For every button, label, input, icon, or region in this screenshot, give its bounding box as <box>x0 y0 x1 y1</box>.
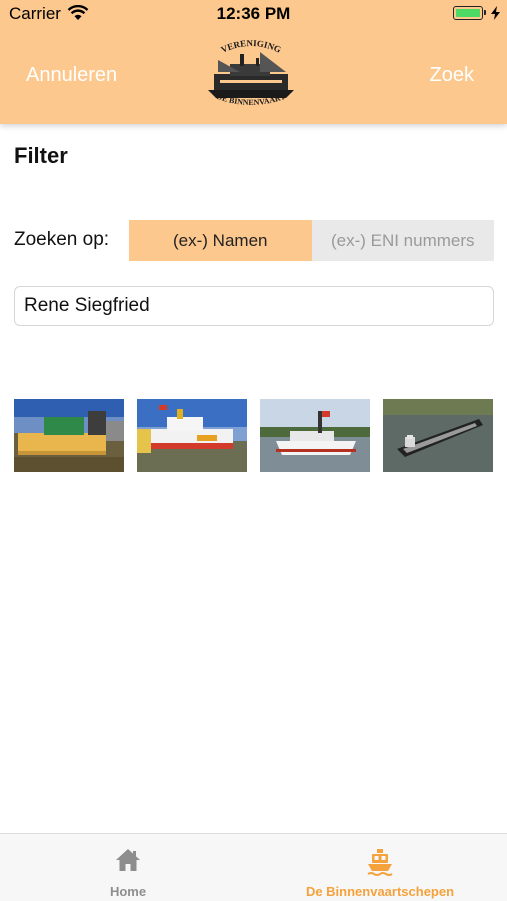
search-type-segmented-control: (ex-) Namen (ex-) ENI nummers <box>129 220 494 261</box>
cancel-button[interactable]: Annuleren <box>26 64 117 87</box>
segment-names[interactable]: (ex-) Namen <box>129 220 312 261</box>
navigation-header: Carrier 12:36 PM Annuleren VERENIGING 'D… <box>0 0 507 124</box>
ship-icon <box>366 848 394 881</box>
search-button[interactable]: Zoek <box>430 64 474 87</box>
tab-home-label: Home <box>109 884 147 899</box>
charging-bolt-icon <box>491 5 500 25</box>
ship-thumbnail[interactable] <box>260 399 370 472</box>
tab-home[interactable]: Home <box>68 834 188 901</box>
association-logo: VERENIGING 'DE BINNENVAART' <box>200 36 302 114</box>
clock: 12:36 PM <box>216 4 291 23</box>
search-on-label: Zoeken op: <box>14 229 110 250</box>
ship-thumbnail[interactable] <box>383 399 493 472</box>
segment-eni-numbers[interactable]: (ex-) ENI nummers <box>311 220 494 261</box>
filter-title: Filter <box>14 143 68 168</box>
home-icon <box>115 848 141 877</box>
tab-bar: Home De Binnenvaartschepen <box>0 833 507 901</box>
ship-name-input[interactable] <box>14 286 494 326</box>
battery-icon <box>453 6 486 20</box>
status-bar: Carrier 12:36 PM <box>0 0 507 28</box>
tab-binnenvaartschepen[interactable]: De Binnenvaartschepen <box>280 834 480 901</box>
ship-thumbnail[interactable] <box>137 399 247 472</box>
tab-binnenvaartschepen-label: De Binnenvaartschepen <box>305 884 455 899</box>
svg-text:VERENIGING: VERENIGING <box>219 38 282 55</box>
ship-thumbnail[interactable] <box>14 399 124 472</box>
